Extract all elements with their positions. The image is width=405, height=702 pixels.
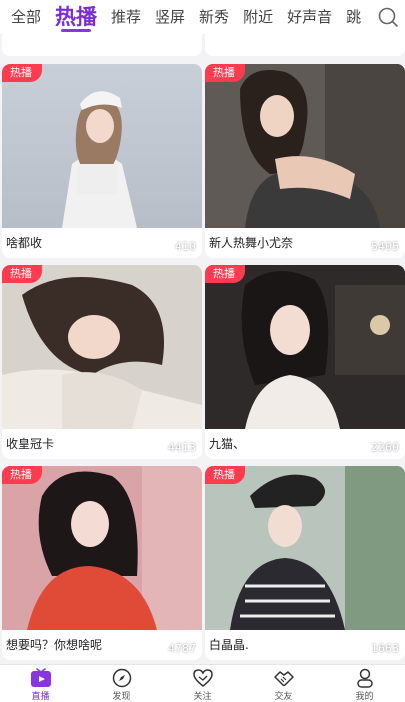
room-thumbnail xyxy=(2,265,202,429)
heart-icon xyxy=(192,669,213,687)
nav-friends[interactable]: 交友 xyxy=(243,665,324,702)
bottom-nav: 直播 发现 关注 交友 我的 xyxy=(0,664,405,702)
search-button[interactable] xyxy=(371,0,405,34)
hot-badge: 热播 xyxy=(205,265,245,283)
nav-me[interactable]: 我的 xyxy=(324,665,405,702)
live-room-card[interactable]: 热播 5405 新人热舞小尤奈 xyxy=(205,64,405,258)
tv-icon xyxy=(30,668,51,687)
tab-nearby[interactable]: 附近 xyxy=(243,0,273,34)
room-title: 新人热舞小尤奈 xyxy=(209,236,294,250)
viewer-count-value: 410 xyxy=(175,240,196,253)
hot-badge: 热播 xyxy=(2,466,42,484)
hot-badge: 热播 xyxy=(2,64,42,82)
room-title: 白晶晶. xyxy=(209,638,249,652)
live-app: 全部 热播 推荐 竖屏 新秀 附近 好声音 跳 热播 410 啥都收 热播 54… xyxy=(0,0,405,702)
previous-card-right[interactable] xyxy=(205,34,405,56)
nav-label: 直播 xyxy=(31,692,50,702)
viewers-icon xyxy=(153,442,165,453)
nav-discover[interactable]: 发现 xyxy=(81,665,162,702)
viewer-count: 5405 xyxy=(356,240,399,253)
live-room-card[interactable]: 热播 410 啥都收 xyxy=(2,64,202,258)
tab-recommend[interactable]: 推荐 xyxy=(111,0,141,34)
category-tabs: 全部 热播 推荐 竖屏 新秀 附近 好声音 跳 xyxy=(0,0,371,34)
viewer-count: 4413 xyxy=(153,441,196,454)
live-room-card[interactable]: 热播 4413 收皇冠卡 xyxy=(2,265,202,459)
hot-badge: 热播 xyxy=(2,265,42,283)
viewer-count: 1663 xyxy=(356,642,399,655)
viewer-count-value: 4413 xyxy=(168,441,196,454)
tab-dance[interactable]: 跳 xyxy=(346,0,361,34)
viewer-count: 410 xyxy=(160,240,196,253)
user-icon xyxy=(356,668,373,688)
nav-live[interactable]: 直播 xyxy=(0,665,81,702)
live-room-card[interactable]: 热播 1663 白晶晶. xyxy=(205,466,405,660)
room-title: 啥都收 xyxy=(6,236,43,250)
viewer-count-value: 4787 xyxy=(168,642,196,655)
room-thumbnail xyxy=(205,265,405,429)
tab-all[interactable]: 全部 xyxy=(11,0,41,34)
room-title: 九猫、 xyxy=(209,437,246,451)
viewer-count: 4787 xyxy=(153,642,196,655)
category-tab-bar: 全部 热播 推荐 竖屏 新秀 附近 好声音 跳 xyxy=(0,0,405,34)
tab-newcomer[interactable]: 新秀 xyxy=(199,0,229,34)
live-room-card[interactable]: 热播 4787 想要吗？你想啥呢 xyxy=(2,466,202,660)
room-title: 想要吗？你想啥呢 xyxy=(6,638,103,652)
viewers-icon xyxy=(356,241,368,252)
viewers-icon xyxy=(160,241,172,252)
previous-row-partial xyxy=(0,34,405,56)
viewers-icon xyxy=(153,643,165,654)
tab-vertical[interactable]: 竖屏 xyxy=(155,0,185,34)
hot-badge: 热播 xyxy=(205,466,245,484)
viewers-icon xyxy=(356,442,368,453)
compass-icon xyxy=(112,668,131,688)
room-thumbnail xyxy=(205,466,405,630)
room-title: 收皇冠卡 xyxy=(6,437,55,451)
search-icon xyxy=(378,7,398,27)
room-thumbnail xyxy=(2,64,202,228)
room-thumbnail xyxy=(2,466,202,630)
previous-card-left[interactable] xyxy=(2,34,202,56)
viewer-count: 2260 xyxy=(356,441,399,454)
tab-hot[interactable]: 热播 xyxy=(55,0,97,34)
nav-label: 发现 xyxy=(112,692,131,702)
live-room-card[interactable]: 热播 2260 九猫、 xyxy=(205,265,405,459)
nav-label: 我的 xyxy=(355,692,374,702)
nav-label: 交友 xyxy=(274,692,293,702)
viewer-count-value: 1663 xyxy=(371,642,399,655)
viewer-count-value: 2260 xyxy=(371,441,399,454)
hot-badge: 热播 xyxy=(205,64,245,82)
viewer-count-value: 5405 xyxy=(371,240,399,253)
handshake-icon xyxy=(273,671,294,687)
tab-good-voice[interactable]: 好声音 xyxy=(287,0,332,34)
nav-follow[interactable]: 关注 xyxy=(162,665,243,702)
room-thumbnail xyxy=(205,64,405,228)
nav-label: 关注 xyxy=(193,692,212,702)
viewers-icon xyxy=(356,643,368,654)
